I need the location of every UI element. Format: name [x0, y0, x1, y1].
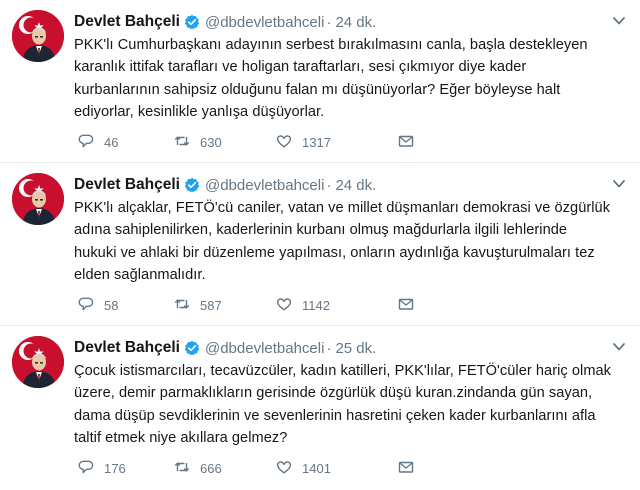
username-handle[interactable]: @dbdevletbahceli	[205, 177, 324, 194]
tweet-header: Devlet Bahçeli @dbdevletbahceli · 24 dk.	[74, 12, 620, 32]
direct-message-button[interactable]	[398, 133, 414, 152]
tweet-text-line: adına sahiplenilirken, kaderlerinin kurb…	[74, 222, 568, 239]
verified-badge-icon	[184, 177, 200, 193]
tweet-text-line: PKK'lı alçaklar, FETÖ'cü caniler, vatan …	[74, 200, 611, 216]
like-count: 1142	[302, 297, 330, 313]
retweet-icon	[174, 296, 200, 315]
direct-message-button[interactable]	[398, 459, 414, 478]
tweet-text-line: kurbanlarının sahipsiz olduğunu falan mı…	[74, 81, 561, 98]
chevron-down-icon[interactable]	[612, 14, 626, 26]
like-button[interactable]: 1401	[276, 459, 398, 478]
avatar[interactable]	[12, 336, 64, 388]
tweet-text: PKK'lı alçaklar, FETÖ'cü caniler, vatan …	[74, 197, 624, 286]
tweet-timestamp[interactable]: 24 dk.	[335, 177, 376, 194]
verified-badge-icon	[184, 340, 200, 356]
envelope-icon	[398, 296, 414, 315]
like-button[interactable]: 1142	[276, 296, 398, 315]
tweet-text-line: hukuki ve ahlaki bir düzenleme yapılması…	[74, 244, 595, 261]
retweet-button[interactable]: 587	[174, 296, 276, 315]
like-count: 1317	[302, 134, 331, 150]
avatar[interactable]	[12, 10, 64, 62]
retweet-count: 587	[200, 297, 222, 313]
retweet-count: 666	[200, 460, 222, 476]
display-name[interactable]: Devlet Bahçeli	[74, 339, 180, 357]
separator-dot: ·	[326, 13, 332, 31]
reply-icon	[78, 459, 104, 478]
direct-message-button[interactable]	[398, 296, 414, 315]
like-button[interactable]: 1317	[276, 133, 398, 152]
heart-icon	[276, 133, 302, 152]
tweet-text-line: PKK'lı Cumhurbaşkanı adayının serbest bı…	[74, 37, 588, 53]
separator-dot: ·	[326, 176, 332, 194]
tweet-text: PKK'lı Cumhurbaşkanı adayının serbest bı…	[74, 34, 624, 123]
display-name[interactable]: Devlet Bahçeli	[74, 13, 180, 31]
tweet-text-line: Çocuk istismarcıları, tecavüzcüler, kadı…	[74, 363, 612, 379]
heart-icon	[276, 459, 302, 478]
envelope-icon	[398, 459, 414, 478]
tweet-actions: 46 630 1317	[78, 132, 414, 152]
chevron-down-icon[interactable]	[612, 340, 626, 352]
reply-count: 176	[104, 460, 126, 476]
tweet[interactable]: Devlet Bahçeli @dbdevletbahceli · 25 dk.…	[0, 326, 640, 489]
display-name[interactable]: Devlet Bahçeli	[74, 176, 180, 194]
reply-count: 46	[104, 134, 119, 150]
verified-badge-icon	[184, 14, 200, 30]
chevron-down-icon[interactable]	[612, 177, 626, 189]
retweet-icon	[174, 459, 200, 478]
tweet-text-line: taltif etmek niye akıllara gelmez?	[74, 429, 288, 446]
tweet-timestamp[interactable]: 24 dk.	[335, 14, 376, 31]
tweet-timeline: Devlet Bahçeli @dbdevletbahceli · 24 dk.…	[0, 0, 640, 490]
tweet-text-line: ediyorlar, kesinlikle yanlışa düşüyorlar…	[74, 103, 325, 120]
tweet[interactable]: Devlet Bahçeli @dbdevletbahceli · 24 dk.…	[0, 0, 640, 163]
username-handle[interactable]: @dbdevletbahceli	[205, 340, 324, 357]
like-count: 1401	[302, 460, 331, 476]
tweet[interactable]: Devlet Bahçeli @dbdevletbahceli · 24 dk.…	[0, 163, 640, 326]
separator-dot: ·	[326, 339, 332, 357]
tweet-text-line: karanlık ittifak tarafları ve holigan ta…	[74, 59, 527, 76]
reply-button[interactable]: 58	[78, 296, 174, 315]
tweet-text-line: dama düşüp sevdiklerinin ve sevenlerinin…	[74, 407, 596, 424]
reply-icon	[78, 296, 104, 315]
tweet-text: Çocuk istismarcıları, tecavüzcüler, kadı…	[74, 360, 624, 449]
avatar[interactable]	[12, 173, 64, 225]
reply-button[interactable]: 176	[78, 459, 174, 478]
retweet-button[interactable]: 666	[174, 459, 276, 478]
tweet-text-line: üzere, demir parmaklıkların gerisinde öz…	[74, 385, 593, 402]
tweet-text-line: elden sağlanmalıdır.	[74, 266, 206, 283]
reply-button[interactable]: 46	[78, 133, 174, 152]
heart-icon	[276, 296, 302, 315]
tweet-header: Devlet Bahçeli @dbdevletbahceli · 25 dk.	[74, 338, 620, 358]
tweet-timestamp[interactable]: 25 dk.	[335, 340, 376, 357]
retweet-button[interactable]: 630	[174, 133, 276, 152]
reply-icon	[78, 133, 104, 152]
retweet-count: 630	[200, 134, 222, 150]
tweet-actions: 176 666 1401	[78, 458, 414, 478]
username-handle[interactable]: @dbdevletbahceli	[205, 14, 324, 31]
reply-count: 58	[104, 297, 119, 313]
envelope-icon	[398, 133, 414, 152]
tweet-header: Devlet Bahçeli @dbdevletbahceli · 24 dk.	[74, 175, 620, 195]
retweet-icon	[174, 133, 200, 152]
tweet-actions: 58 587 1142	[78, 295, 414, 315]
